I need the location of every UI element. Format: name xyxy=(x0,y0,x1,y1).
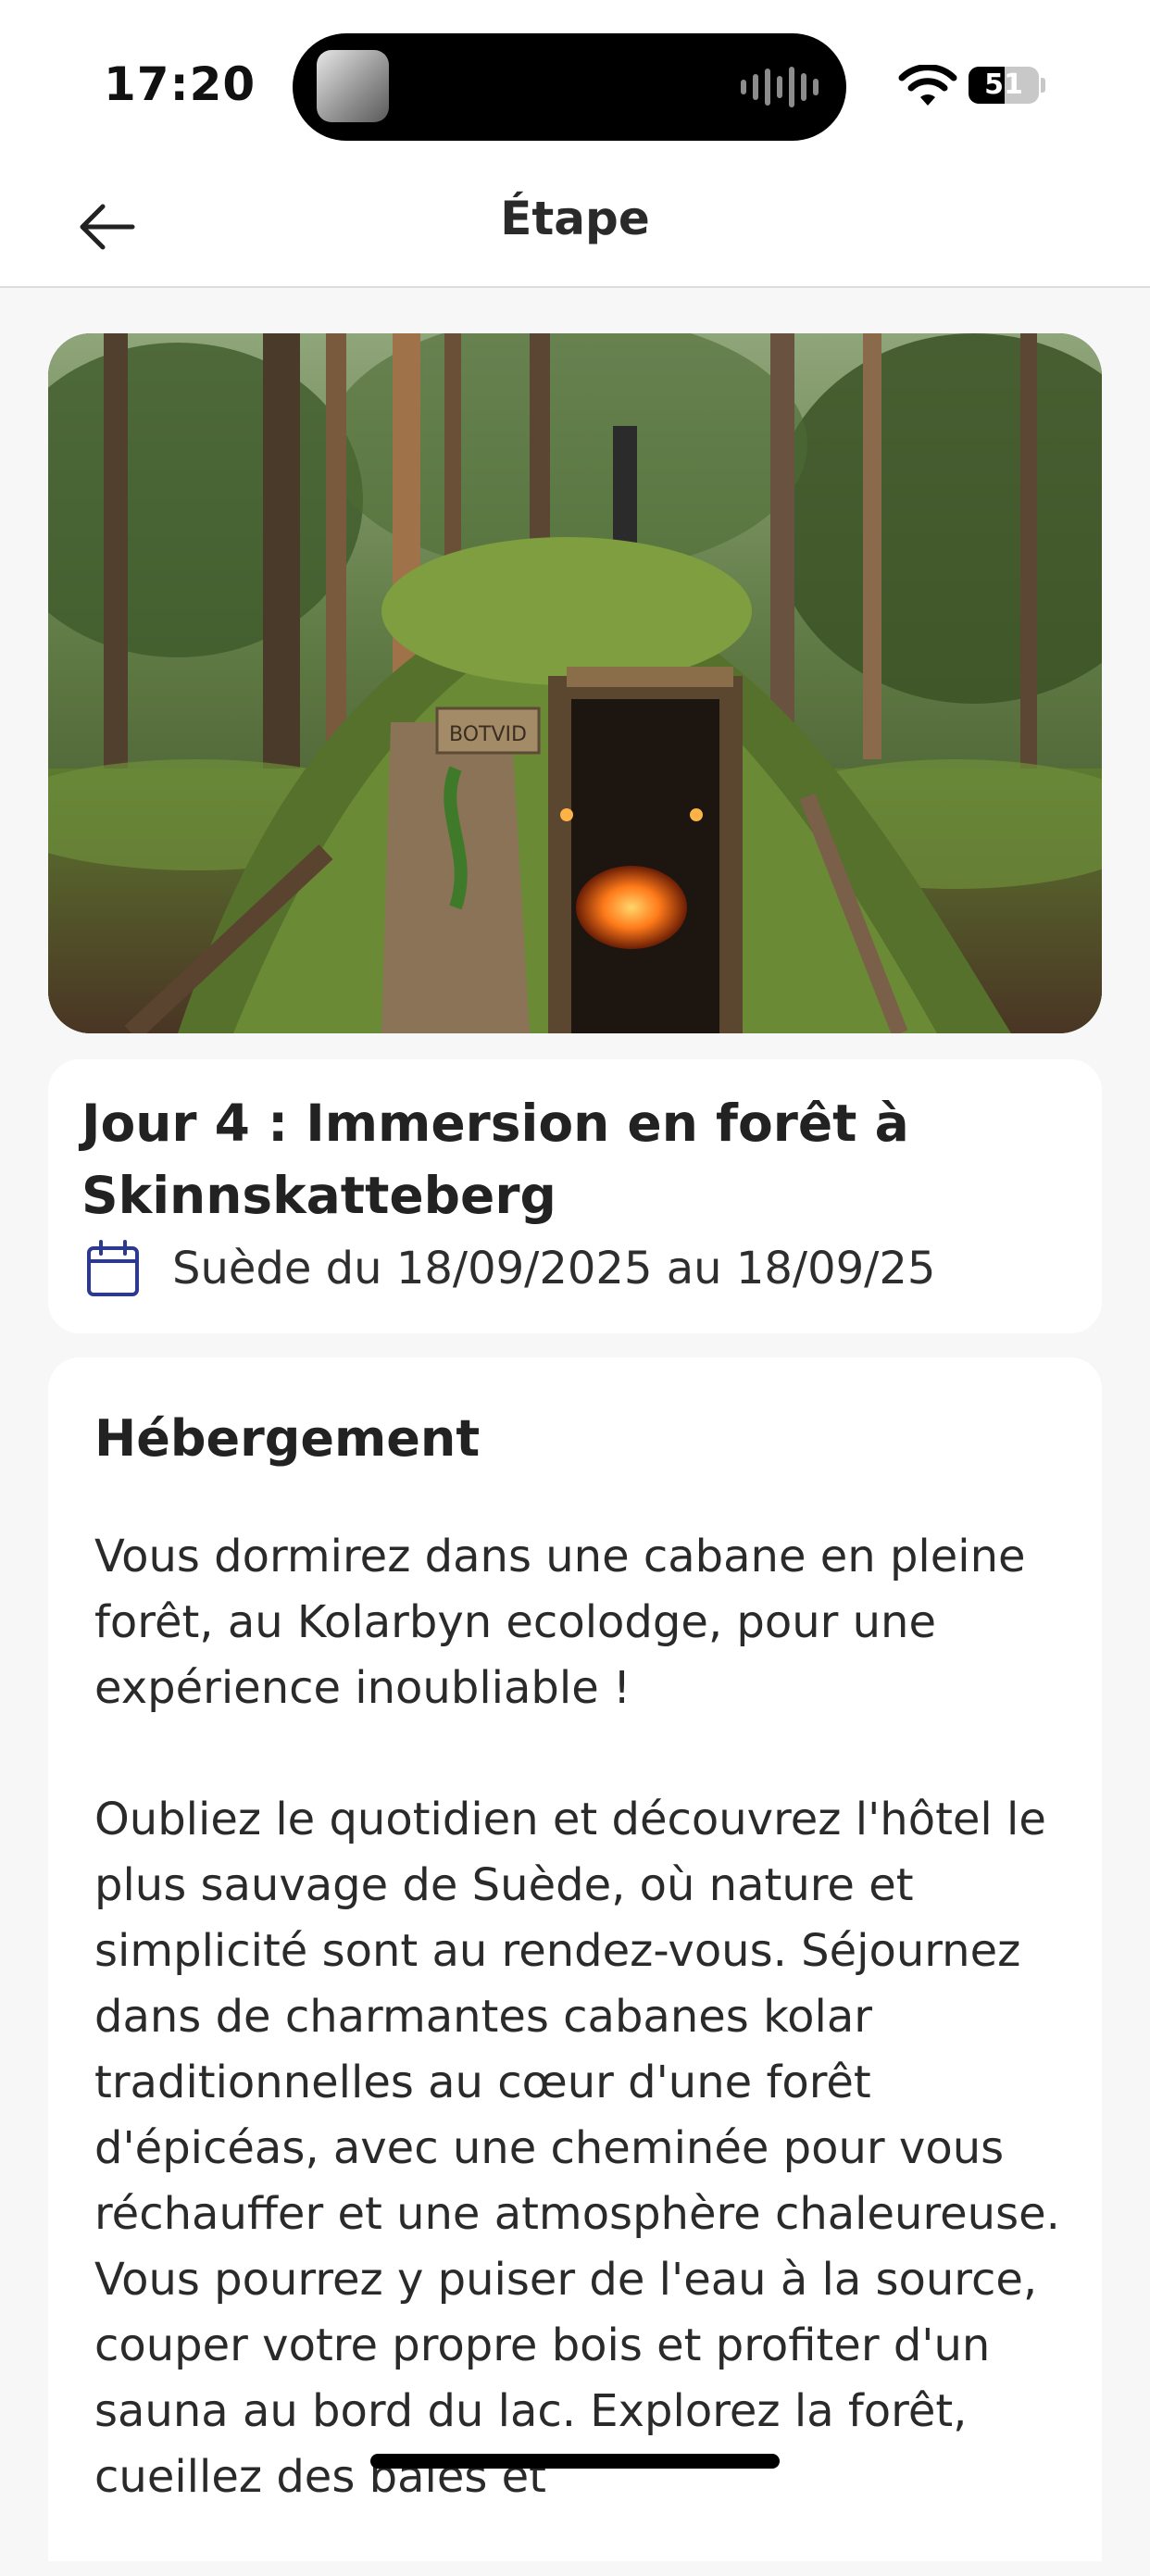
accommodation-section: Hébergement Vous dormirez dans une caban… xyxy=(48,1357,1102,2561)
status-time: 17:20 xyxy=(104,57,256,111)
section-body: Vous dormirez dans une cabane en pleine … xyxy=(94,1524,1067,2576)
cabin-sign-text: BOTVID xyxy=(449,723,527,746)
audio-waveform-icon xyxy=(741,65,819,109)
date-range-text: Suède du 18/09/2025 au 18/09/25 xyxy=(172,1243,936,1294)
step-title: Jour 4 : Immersion en forêt à Skinnskatt… xyxy=(81,1094,909,1225)
battery-level: 51 xyxy=(984,69,1023,101)
accommodation-paragraph-1: Vous dormirez dans une cabane en pleine … xyxy=(94,1531,1026,1714)
section-heading: Hébergement xyxy=(94,1409,481,1468)
calendar-icon xyxy=(87,1240,139,1296)
page-title: Étape xyxy=(500,192,650,245)
step-dates: Suède du 18/09/2025 au 18/09/25 xyxy=(85,1239,935,1298)
battery-cap xyxy=(1041,78,1045,93)
nav-header: Étape xyxy=(0,162,1150,288)
status-bar: 17:20 51 xyxy=(0,0,1150,162)
home-indicator[interactable] xyxy=(370,2454,780,2469)
accommodation-paragraph-2: Oubliez le quotidien et découvrez l'hôte… xyxy=(94,1794,1060,2503)
forest-cabin-photo: BOTVID xyxy=(48,333,1102,1033)
dynamic-island[interactable] xyxy=(293,33,846,141)
battery-indicator: 51 xyxy=(969,67,1039,104)
step-summary-card: Jour 4 : Immersion en forêt à Skinnskatt… xyxy=(48,1059,1102,1333)
now-playing-artwork xyxy=(317,50,389,122)
wifi-icon xyxy=(898,65,957,106)
step-hero-image[interactable]: BOTVID xyxy=(48,333,1102,1033)
